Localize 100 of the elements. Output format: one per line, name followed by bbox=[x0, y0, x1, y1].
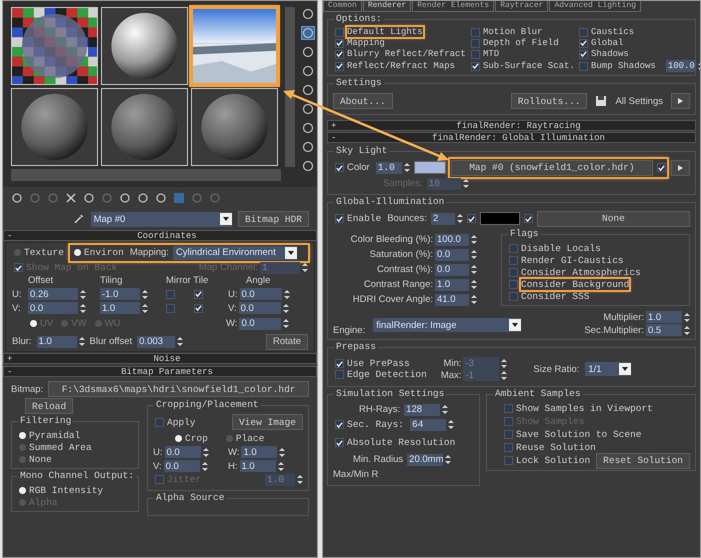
tab[interactable]: Render Elements bbox=[412, 1, 494, 12]
sample-slot[interactable] bbox=[11, 88, 98, 166]
checkbox[interactable] bbox=[335, 214, 344, 223]
color-swatch[interactable] bbox=[414, 161, 446, 174]
radio-button[interactable] bbox=[19, 486, 26, 494]
checkbox[interactable] bbox=[335, 50, 344, 58]
rollout-toggle[interactable]: - bbox=[328, 132, 342, 142]
spinner-icon[interactable] bbox=[297, 474, 303, 485]
bitmap-path-button[interactable]: F:\3dsmax6\maps\hdri\snowfield1_color.hdr bbox=[48, 381, 309, 397]
number-field[interactable]: 0.0 bbox=[435, 248, 469, 260]
rollout-toggle[interactable]: + bbox=[328, 120, 342, 130]
number-field[interactable]: 1.0 bbox=[100, 302, 140, 314]
reset-solution-button[interactable]: Reset Solution bbox=[596, 452, 690, 468]
checkbox[interactable] bbox=[471, 38, 480, 48]
checkbox[interactable] bbox=[579, 28, 588, 36]
checkbox[interactable] bbox=[335, 28, 344, 36]
radio-button[interactable] bbox=[30, 320, 37, 326]
number-field[interactable]: 0.003 bbox=[137, 336, 176, 348]
number-field[interactable]: 2 bbox=[430, 212, 455, 224]
engine-dropdown[interactable]: finalRender: Image bbox=[373, 318, 522, 332]
about-button[interactable]: About... bbox=[333, 93, 393, 109]
number-field[interactable]: 1.0 bbox=[646, 311, 682, 323]
checkbox[interactable] bbox=[509, 268, 518, 276]
checkbox[interactable] bbox=[335, 38, 344, 48]
tab[interactable]: Common bbox=[323, 1, 362, 12]
sample-slot[interactable] bbox=[191, 88, 278, 166]
rollout-toggle[interactable]: - bbox=[4, 366, 18, 376]
horizontal-scrollbar[interactable] bbox=[11, 169, 281, 181]
number-field[interactable]: 0.0 bbox=[164, 446, 200, 458]
number-field[interactable]: 1.0 bbox=[376, 162, 402, 174]
checkbox[interactable] bbox=[509, 244, 518, 252]
checkbox[interactable] bbox=[155, 418, 164, 426]
number-field[interactable]: 1.0 bbox=[241, 446, 278, 458]
checkbox[interactable] bbox=[504, 430, 514, 439]
checkbox[interactable] bbox=[335, 163, 344, 172]
spinner-icon[interactable] bbox=[471, 279, 477, 290]
close-icon[interactable] bbox=[65, 192, 77, 204]
sample-slot[interactable] bbox=[101, 7, 188, 85]
checkbox[interactable] bbox=[509, 256, 518, 264]
number-field[interactable]: 0.5 bbox=[646, 324, 682, 336]
sample-slot[interactable] bbox=[11, 7, 98, 85]
checkbox[interactable] bbox=[335, 359, 344, 368]
number-field[interactable]: 0.26 bbox=[28, 288, 78, 300]
number-field[interactable]: 41.0 bbox=[435, 294, 469, 306]
spinner-icon[interactable] bbox=[302, 262, 308, 273]
spinner-icon[interactable] bbox=[284, 288, 290, 300]
rollout-header[interactable]: - finalRender: Global Illumination bbox=[327, 132, 696, 143]
sky-map-button[interactable]: Map #0 (snowfield1_color.hdr) bbox=[450, 160, 653, 176]
spinner-icon[interactable] bbox=[202, 446, 208, 458]
spinner-icon[interactable] bbox=[80, 288, 86, 300]
spinner-icon[interactable] bbox=[684, 312, 690, 322]
rollout-toggle[interactable]: + bbox=[4, 354, 18, 364]
radio-button[interactable] bbox=[226, 435, 233, 442]
checkbox[interactable] bbox=[335, 370, 344, 379]
save-icon[interactable] bbox=[595, 95, 608, 107]
eyedropper-icon[interactable] bbox=[73, 213, 85, 225]
checkbox[interactable] bbox=[335, 62, 344, 70]
number-field[interactable]: 64 bbox=[410, 418, 446, 430]
spinner-icon[interactable] bbox=[142, 302, 148, 314]
rollout-toggle[interactable]: - bbox=[4, 230, 18, 240]
spinner-icon[interactable] bbox=[471, 264, 477, 275]
number-field[interactable]: 1.0 bbox=[240, 460, 276, 472]
expand-button[interactable] bbox=[671, 160, 690, 176]
spinner-icon[interactable] bbox=[471, 234, 477, 245]
checkbox[interactable] bbox=[524, 214, 533, 223]
checkbox[interactable] bbox=[471, 50, 480, 58]
checkbox[interactable] bbox=[504, 404, 514, 413]
checkbox[interactable] bbox=[509, 280, 518, 288]
checkbox[interactable] bbox=[657, 163, 666, 172]
spinner-icon[interactable] bbox=[142, 288, 148, 300]
checkbox[interactable] bbox=[579, 62, 588, 70]
checkbox[interactable] bbox=[194, 290, 203, 298]
checkbox[interactable] bbox=[335, 420, 344, 429]
checkbox[interactable] bbox=[579, 50, 588, 58]
radio-button[interactable] bbox=[175, 435, 182, 442]
checkbox[interactable] bbox=[471, 62, 480, 70]
checkbox[interactable] bbox=[194, 304, 203, 312]
number-field[interactable]: 0.0 bbox=[240, 288, 282, 300]
spinner-icon[interactable] bbox=[80, 302, 86, 314]
rollout-header[interactable]: + finalRender: Raytracing bbox=[327, 120, 696, 131]
color-swatch[interactable] bbox=[480, 212, 520, 225]
number-field[interactable]: 0.0 bbox=[239, 318, 282, 330]
expand-button[interactable] bbox=[671, 93, 690, 109]
bounce-map-button[interactable]: None bbox=[536, 210, 690, 226]
number-field[interactable]: -1.0 bbox=[100, 288, 140, 300]
checkbox[interactable] bbox=[466, 214, 476, 223]
checkbox[interactable] bbox=[166, 290, 175, 298]
mapping-dropdown[interactable]: Cylindrical Environment bbox=[172, 246, 297, 260]
spinner-icon[interactable] bbox=[278, 460, 284, 472]
rollout-header[interactable]: + Noise bbox=[3, 353, 317, 364]
sample-slot[interactable] bbox=[101, 88, 188, 166]
rotate-button[interactable]: Rotate bbox=[266, 334, 308, 350]
spinner-icon[interactable] bbox=[471, 294, 477, 305]
checkbox[interactable] bbox=[509, 292, 518, 300]
size-ratio-dropdown[interactable]: 1/1 bbox=[585, 362, 632, 376]
reload-button[interactable]: Reload bbox=[25, 398, 74, 414]
tab[interactable]: Advanced Lighting bbox=[549, 1, 642, 12]
number-field[interactable]: 100.0 bbox=[435, 234, 469, 246]
view-image-button[interactable]: View Image bbox=[232, 414, 303, 430]
checkbox[interactable] bbox=[471, 28, 480, 36]
